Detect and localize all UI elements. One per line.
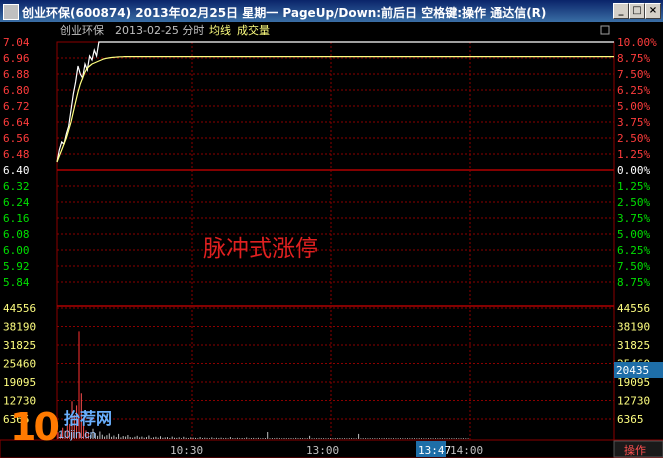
volume-tick-label: 31825 (3, 339, 36, 352)
volume-tick-label-right: 44556 (617, 302, 650, 315)
volume-tick-label: 19095 (3, 376, 36, 389)
volume-tick-label: 44556 (3, 302, 36, 315)
percent-tick-label: 3.75% (617, 116, 650, 129)
price-tick-label: 6.56 (3, 132, 30, 145)
percent-tick-label: 2.50% (617, 196, 650, 209)
left-axis: 7.04 6.96 6.88 6.80 6.72 6.64 6.56 6.48 6.40 6.32… (3, 36, 36, 426)
percent-tick-label: 0.00% (617, 164, 650, 177)
percent-tick-label: 7.50% (617, 68, 650, 81)
percent-tick-label: 1.25% (617, 180, 650, 193)
price-tick-label: 6.64 (3, 116, 30, 129)
price-tick-label: 6.16 (3, 212, 30, 225)
price-tick-label: 6.24 (3, 196, 30, 209)
percent-tick-label: 5.00% (617, 228, 650, 241)
price-tick-label: 5.84 (3, 276, 30, 289)
window-title: 创业环保(600874) 2013年02月25日 星期一 PageUp/Down… (22, 6, 547, 20)
volume-tick-label: 38190 (3, 321, 36, 334)
volume-label: 成交量 (237, 23, 270, 37)
avg-line-label: 均线 (209, 23, 231, 37)
avg-price-line (56, 55, 614, 163)
price-tick-label: 6.32 (3, 180, 30, 193)
time-label-1030: 10:30 (170, 444, 203, 457)
price-tick-label: 6.96 (3, 52, 30, 65)
price-tick-label: 6.48 (3, 148, 30, 161)
price-line (56, 41, 614, 163)
cursor-time: 13:47 (418, 444, 451, 457)
watermark-url: 10jin.cn (58, 429, 96, 441)
percent-tick-label: 5.00% (617, 100, 650, 113)
percent-tick-label: 2.50% (617, 132, 650, 145)
title-bar[interactable]: 创业环保(600874) 2013年02月25日 星期一 PageUp/Down… (0, 0, 663, 22)
price-tick-label: 6.80 (3, 84, 30, 97)
percent-tick-label: 8.75% (617, 276, 650, 289)
volume-tick-label-right: 12730 (617, 395, 650, 408)
maximize-button[interactable]: □ (629, 3, 645, 19)
action-button-label: 操作 (624, 443, 646, 457)
percent-tick-label: 1.25% (617, 148, 650, 161)
date-label: 2013-02-25 分时 (115, 24, 204, 37)
watermark-name: 抬荐网 (64, 411, 113, 428)
app-icon (3, 4, 19, 20)
price-tick-label: 5.92 (3, 260, 30, 273)
watermark-number: 10 (10, 405, 60, 449)
percent-tick-label: 10.00% (617, 36, 657, 49)
restore-pane-icon[interactable] (600, 25, 610, 35)
price-tick-label: 6.08 (3, 228, 30, 241)
minimize-button[interactable]: _ (613, 3, 629, 19)
intraday-chart[interactable]: 7.04 6.96 6.88 6.80 6.72 6.64 6.56 6.48 6.40 6.32… (0, 22, 663, 458)
price-tick-label: 6.88 (3, 68, 30, 81)
time-label-1300: 13:00 (306, 444, 339, 457)
volume-badge-value: 20435 (616, 364, 649, 377)
percent-tick-label: 8.75% (617, 52, 650, 65)
volume-tick-label-right: 6365 (617, 413, 644, 426)
percent-tick-label: 3.75% (617, 212, 650, 225)
volume-tick-label-right: 31825 (617, 339, 650, 352)
close-button[interactable]: × (645, 3, 661, 19)
volume-tick-label: 25460 (3, 358, 36, 371)
app-window: 创业环保(600874) 2013年02月25日 星期一 PageUp/Down… (0, 0, 663, 458)
price-tick-label: 6.00 (3, 244, 30, 257)
price-tick-label: 7.04 (3, 36, 30, 49)
price-tick-label: 6.40 (3, 164, 30, 177)
percent-tick-label: 6.25% (617, 244, 650, 257)
percent-tick-label: 6.25% (617, 84, 650, 97)
price-lines (56, 41, 614, 163)
annotation-text: 脉冲式涨停 (203, 236, 318, 262)
watermark-logo: 10 抬荐网 10jin.cn (8, 405, 128, 455)
chart-grid (56, 41, 615, 441)
price-tick-label: 6.72 (3, 100, 30, 113)
volume-tick-label-right: 38190 (617, 321, 650, 334)
stock-name-label: 创业环保 (60, 23, 104, 37)
time-label-1400: 14:00 (450, 444, 483, 457)
percent-tick-label: 7.50% (617, 260, 650, 273)
